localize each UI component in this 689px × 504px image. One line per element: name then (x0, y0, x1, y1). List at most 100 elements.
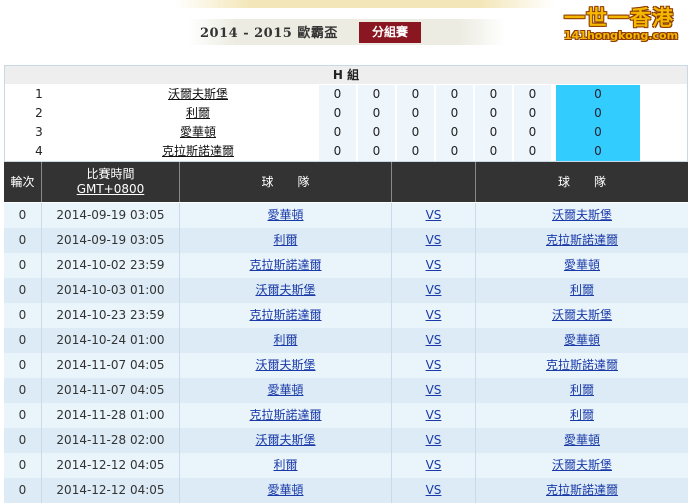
match-row: 0 2014-09-19 03:05 愛華頓 VS 沃爾夫斯堡 (4, 203, 688, 228)
match-time: 2014-09-19 03:05 (56, 233, 165, 247)
header-time: 比賽時間 GMT+0800 (42, 162, 180, 202)
match-away-team[interactable]: 愛華頓 (564, 433, 600, 447)
header-away-team: 球 隊 (557, 175, 606, 189)
match-away-team[interactable]: 沃爾夫斯堡 (552, 308, 612, 322)
match-away-team[interactable]: 沃爾夫斯堡 (552, 208, 612, 222)
standing-rank: 1 (35, 87, 43, 101)
timezone-link[interactable]: GMT+0800 (42, 182, 179, 197)
match-vs-link[interactable]: VS (426, 233, 442, 247)
logo-url: 141hongkong.com (564, 29, 679, 42)
match-home-team[interactable]: 愛華頓 (267, 483, 303, 497)
match-round: 0 (18, 283, 27, 297)
match-row: 0 2014-12-12 04:05 利爾 VS 沃爾夫斯堡 (4, 453, 688, 478)
match-round-cell: 0 (4, 403, 42, 428)
standing-stat: 0 (318, 123, 356, 142)
match-round-cell: 0 (4, 428, 42, 453)
match-time: 2014-11-07 04:05 (56, 383, 165, 397)
match-time-cell: 2014-12-12 04:05 (42, 453, 180, 478)
standing-stat: 0 (357, 142, 395, 161)
match-round-cell: 0 (4, 228, 42, 253)
match-vs-link[interactable]: VS (426, 483, 442, 497)
standing-row: 2 利爾 0 0 0 0 0 0 0 (5, 104, 687, 123)
match-away-team[interactable]: 克拉斯諾達爾 (546, 358, 618, 372)
tab-group-stage[interactable]: 分組賽 (359, 22, 421, 43)
standing-row: 3 愛華頓 0 0 0 0 0 0 0 (5, 123, 687, 142)
match-time: 2014-10-23 23:59 (56, 308, 165, 322)
match-round: 0 (18, 308, 27, 322)
logo-text: 一世一香港 (564, 6, 674, 30)
match-home-team[interactable]: 克拉斯諾達爾 (249, 308, 321, 322)
match-vs-link[interactable]: VS (426, 308, 442, 322)
match-away-team-cell: 克拉斯諾達爾 (476, 478, 688, 503)
standing-stat: 0 (396, 142, 434, 161)
standing-stat: 0 (318, 104, 356, 123)
match-row: 0 2014-11-07 04:05 沃爾夫斯堡 VS 克拉斯諾達爾 (4, 353, 688, 378)
standing-stat: 0 (513, 123, 551, 142)
standing-stat: 0 (474, 142, 512, 161)
standing-team-link[interactable]: 利爾 (73, 104, 323, 123)
match-home-team[interactable]: 沃爾夫斯堡 (255, 358, 315, 372)
match-home-team[interactable]: 愛華頓 (267, 208, 303, 222)
standing-stat: 0 (357, 85, 395, 104)
match-away-team[interactable]: 利爾 (570, 383, 594, 397)
standing-rank: 4 (35, 144, 43, 158)
match-away-team[interactable]: 愛華頓 (564, 258, 600, 272)
standing-stat: 0 (396, 85, 434, 104)
standing-points: 0 (556, 123, 640, 142)
match-home-team[interactable]: 克拉斯諾達爾 (249, 258, 321, 272)
match-round-cell: 0 (4, 253, 42, 278)
match-home-team-cell: 沃爾夫斯堡 (180, 353, 392, 378)
standing-team-link[interactable]: 愛華頓 (73, 123, 323, 142)
match-time: 2014-11-28 02:00 (56, 433, 165, 447)
match-away-team[interactable]: 克拉斯諾達爾 (546, 483, 618, 497)
match-time-cell: 2014-11-07 04:05 (42, 353, 180, 378)
standing-team-link[interactable]: 沃爾夫斯堡 (73, 85, 323, 104)
standing-team-link[interactable]: 克拉斯諾達爾 (73, 142, 323, 161)
match-home-team[interactable]: 利爾 (273, 333, 297, 347)
match-home-team-cell: 愛華頓 (180, 203, 392, 228)
match-time-cell: 2014-10-02 23:59 (42, 253, 180, 278)
standing-stat: 0 (513, 104, 551, 123)
match-away-team[interactable]: 克拉斯諾達爾 (546, 233, 618, 247)
match-away-team[interactable]: 利爾 (570, 283, 594, 297)
match-time-cell: 2014-09-19 03:05 (42, 203, 180, 228)
match-home-team[interactable]: 愛華頓 (267, 383, 303, 397)
match-away-team[interactable]: 愛華頓 (564, 333, 600, 347)
matches-header: 輪次 比賽時間 GMT+0800 球 隊 球 隊 (4, 162, 688, 202)
match-home-team-cell: 沃爾夫斯堡 (180, 428, 392, 453)
match-away-team[interactable]: 沃爾夫斯堡 (552, 458, 612, 472)
match-home-team-cell: 克拉斯諾達爾 (180, 253, 392, 278)
match-vs-link[interactable]: VS (426, 458, 442, 472)
match-round-cell: 0 (4, 453, 42, 478)
match-home-team[interactable]: 克拉斯諾達爾 (249, 408, 321, 422)
standing-stat: 0 (513, 85, 551, 104)
match-away-team-cell: 利爾 (476, 378, 688, 403)
match-vs-link[interactable]: VS (426, 208, 442, 222)
match-row: 0 2014-10-03 01:00 沃爾夫斯堡 VS 利爾 (4, 278, 688, 303)
match-vs-link-cell: VS (392, 303, 476, 328)
standing-stat: 0 (435, 85, 473, 104)
match-vs-link[interactable]: VS (426, 408, 442, 422)
match-vs-link[interactable]: VS (426, 333, 442, 347)
standing-row: 1 沃爾夫斯堡 0 0 0 0 0 0 0 (5, 85, 687, 104)
header-vs (392, 162, 476, 202)
match-round-cell: 0 (4, 203, 42, 228)
match-time-cell: 2014-10-23 23:59 (42, 303, 180, 328)
match-away-team[interactable]: 利爾 (570, 408, 594, 422)
match-home-team[interactable]: 沃爾夫斯堡 (255, 433, 315, 447)
match-time: 2014-10-24 01:00 (56, 333, 165, 347)
match-vs-link[interactable]: VS (426, 358, 442, 372)
group-title: H 組 (5, 66, 687, 84)
match-away-team-cell: 沃爾夫斯堡 (476, 453, 688, 478)
match-vs-link-cell: VS (392, 328, 476, 353)
match-home-team[interactable]: 利爾 (273, 233, 297, 247)
match-round: 0 (18, 333, 27, 347)
match-round-cell: 0 (4, 303, 42, 328)
match-home-team[interactable]: 沃爾夫斯堡 (255, 283, 315, 297)
match-vs-link[interactable]: VS (426, 283, 442, 297)
match-away-team-cell: 利爾 (476, 403, 688, 428)
match-home-team[interactable]: 利爾 (273, 458, 297, 472)
match-vs-link[interactable]: VS (426, 383, 442, 397)
match-vs-link[interactable]: VS (426, 433, 442, 447)
match-vs-link[interactable]: VS (426, 258, 442, 272)
